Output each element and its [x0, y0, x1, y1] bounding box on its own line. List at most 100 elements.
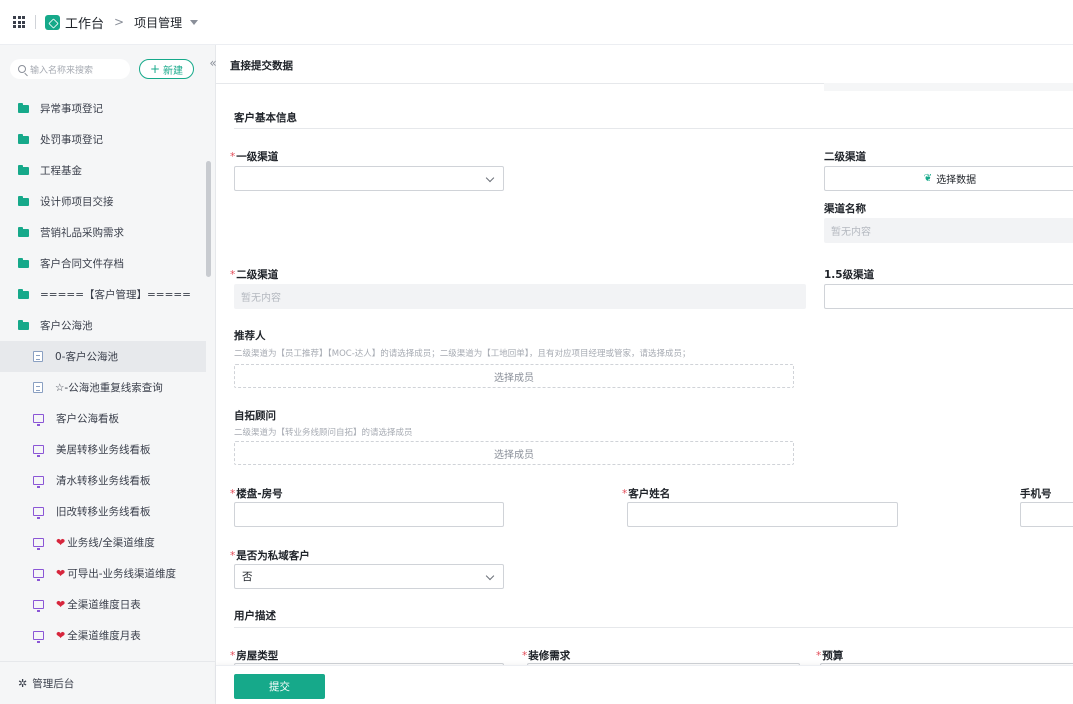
sidebar-item[interactable]: 异常事项登记: [0, 93, 206, 124]
channel15-label: 1.5级渠道: [824, 269, 875, 281]
sidebar-scrollbar[interactable]: [206, 161, 211, 277]
house-input[interactable]: [234, 502, 504, 527]
consultant-label: 自拓顾问: [234, 410, 276, 422]
section-title-user: 用户描述: [234, 610, 276, 622]
chevron-down-icon: [485, 173, 495, 183]
channel1-select[interactable]: [234, 166, 504, 191]
heart-icon: ❤: [56, 598, 66, 611]
sidebar-item[interactable]: 设计师项目交接: [0, 186, 206, 217]
section-divider: [234, 128, 1073, 129]
breadcrumb-separator: >: [114, 15, 125, 29]
search-input[interactable]: 输入名称来搜索: [10, 59, 130, 79]
channel15-input[interactable]: [824, 284, 1073, 309]
sidebar-item[interactable]: 美居转移业务线看板: [0, 434, 206, 465]
chevron-down-icon[interactable]: [190, 19, 199, 25]
sidebar-item[interactable]: ❤ 全渠道维度月表: [0, 620, 206, 651]
sidebar-item-label: 工程基金: [40, 165, 82, 177]
sidebar-item[interactable]: ❤ 业务线/全渠道维度: [0, 527, 206, 558]
board-icon: [33, 414, 44, 426]
doc-icon: [33, 382, 43, 393]
board-icon: [33, 631, 44, 643]
house-label: *楼盘-房号: [230, 488, 283, 500]
sidebar-item-label: 业务线/全渠道维度: [67, 537, 155, 549]
select-data-button[interactable]: ❦ 选择数据: [824, 166, 1073, 191]
sidebar-item[interactable]: ❤ 可导出-业务线渠道维度: [0, 558, 206, 589]
folder-icon: [18, 319, 29, 330]
private-customer-label: *是否为私域客户: [230, 550, 310, 562]
folder-icon: [18, 288, 29, 299]
sidebar-item[interactable]: 营销礼品采购需求: [0, 217, 206, 248]
phone-label: 手机号: [1020, 488, 1052, 500]
page-title: 直接提交数据: [230, 60, 293, 72]
sidebar-item[interactable]: ❤ 全渠道维度日表: [0, 589, 206, 620]
heart-icon: ❤: [56, 629, 66, 642]
sidebar-item-label: 客户公海看板: [56, 413, 119, 425]
referrer-select-member-button[interactable]: 选择成员: [234, 364, 794, 388]
workbench-logo-icon[interactable]: [45, 14, 60, 30]
customer-name-input[interactable]: [627, 502, 898, 527]
private-customer-select[interactable]: 否: [234, 564, 504, 589]
admin-footer-link[interactable]: ✲ 管理后台: [0, 661, 215, 704]
new-button-label: 新建: [163, 65, 184, 77]
workbench-link[interactable]: 工作台: [65, 13, 104, 32]
divider: [35, 15, 36, 29]
collapse-sidebar-icon[interactable]: «: [207, 55, 219, 71]
board-icon: [33, 600, 44, 612]
heart-icon: ❤: [56, 567, 66, 580]
apps-grid-icon[interactable]: [13, 16, 25, 28]
sidebar-item-label: =====【客户管理】=====: [40, 289, 191, 301]
phone-input[interactable]: [1020, 502, 1073, 527]
search-icon: [18, 65, 26, 73]
folder-icon: [18, 226, 29, 237]
sidebar-item[interactable]: 客户公海看板: [0, 403, 206, 434]
new-button[interactable]: + 新建: [139, 59, 194, 79]
customer-name-label: *客户姓名: [622, 488, 671, 500]
admin-footer-label: 管理后台: [32, 677, 75, 690]
readonly-strip: [824, 83, 1073, 91]
board-icon: [33, 569, 44, 581]
sidebar-item-label: 0-客户公海池: [55, 351, 118, 363]
breadcrumb-current[interactable]: 项目管理: [134, 14, 182, 31]
sidebar-item-label: 全渠道维度日表: [67, 599, 141, 611]
budget-label: *预算: [816, 650, 844, 662]
sidebar-item-label: 客户合同文件存档: [40, 258, 124, 270]
sidebar-item-label: 可导出-业务线渠道维度: [67, 568, 177, 580]
form-footer: 提交: [216, 665, 1073, 704]
sidebar-item-label: 营销礼品采购需求: [40, 227, 124, 239]
sidebar-item[interactable]: 0-客户公海池: [0, 341, 206, 372]
sidebar-item[interactable]: 清水转移业务线看板: [0, 465, 206, 496]
submit-button[interactable]: 提交: [234, 674, 325, 699]
sidebar-item-label: 客户公海池: [40, 320, 93, 332]
folder-icon: [18, 195, 29, 206]
board-icon: [33, 445, 44, 457]
sidebar-item-label: 全渠道维度月表: [67, 630, 141, 642]
channel-name-value: 暂无内容: [824, 218, 1073, 243]
sidebar-item[interactable]: 工程基金: [0, 155, 206, 186]
sidebar-item[interactable]: 处罚事项登记: [0, 124, 206, 155]
referrer-label: 推荐人: [234, 330, 266, 342]
sidebar-item-label: 美居转移业务线看板: [56, 444, 151, 456]
private-customer-value: 否: [242, 571, 253, 583]
sidebar-item-label: ☆-公海池重复线索查询: [55, 382, 163, 394]
decor-label: *装修需求: [522, 650, 571, 662]
top-bar: 工作台 > 项目管理: [0, 0, 1073, 45]
board-icon: [33, 507, 44, 519]
house-type-label: *房屋类型: [230, 650, 279, 662]
main-content: 直接提交数据 客户基本信息 *一级渠道 二级渠道 ❦ 选择数据 渠道名称 暂无内…: [216, 45, 1073, 704]
channel-name-label: 渠道名称: [824, 203, 866, 215]
consultant-select-member-button[interactable]: 选择成员: [234, 441, 794, 465]
referrer-hint: 二级渠道为【员工推荐】【MOC-达人】的请选择成员；二级渠道为【工地回单】，且有…: [234, 349, 691, 359]
sidebar-item[interactable]: ☆-公海池重复线索查询: [0, 372, 206, 403]
doc-icon: [33, 351, 43, 362]
section-divider: [234, 627, 1073, 628]
sidebar-item[interactable]: 客户公海池: [0, 310, 206, 341]
channel2b-value: 暂无内容: [234, 284, 806, 309]
sidebar-item[interactable]: 客户合同文件存档: [0, 248, 206, 279]
folder-icon: [18, 102, 29, 113]
gear-icon: ✲: [18, 676, 28, 690]
sidebar-item-label: 设计师项目交接: [40, 196, 114, 208]
sidebar-item[interactable]: 旧改转移业务线看板: [0, 496, 206, 527]
sidebar-item-label: 旧改转移业务线看板: [56, 506, 151, 518]
sidebar-item[interactable]: =====【客户管理】=====: [0, 279, 206, 310]
sidebar-item-label: 处罚事项登记: [40, 134, 103, 146]
